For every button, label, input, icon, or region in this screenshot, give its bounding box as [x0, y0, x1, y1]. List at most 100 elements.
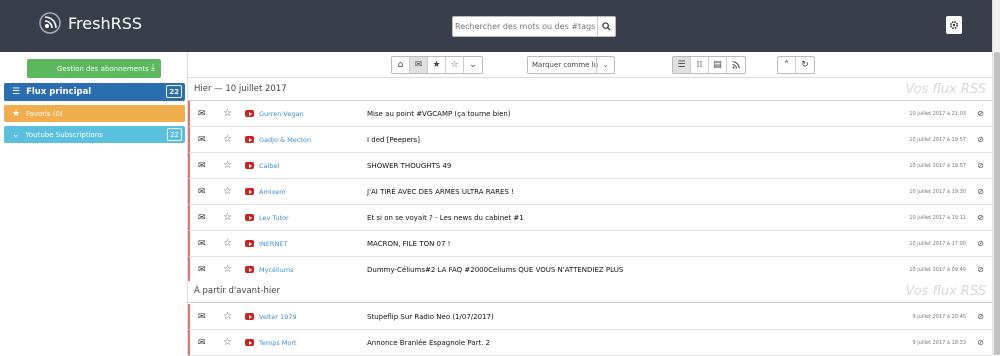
filter-all-button[interactable]: ⌂ — [392, 57, 410, 73]
mark-read-icon[interactable]: ✉ — [198, 330, 206, 355]
external-link-icon[interactable]: ⊘ — [977, 231, 984, 256]
search-input[interactable] — [455, 18, 597, 35]
feed-name[interactable]: INERNET — [259, 231, 287, 256]
article-title[interactable]: Stupeflip Sur Radio Neo (1/07/2017) — [367, 304, 494, 329]
article-title[interactable]: Dummy-Céliums#2 LA FAQ #2000Celiums QUE … — [367, 257, 623, 282]
star-icon[interactable]: ☆ — [223, 304, 232, 329]
article-title[interactable]: Annonce Branlée Espagnole Part. 2 — [367, 330, 490, 355]
article-row[interactable]: ✉ ☆ Lev Tutor Et si on se voyait ? - Les… — [188, 205, 992, 231]
feed-name[interactable]: Velter 1979 — [259, 304, 297, 329]
sidebar-item-main-stream[interactable]: ☰ Flux principal 22 — [4, 83, 185, 101]
view-grid-button[interactable]: ⁞⁞ — [691, 57, 709, 73]
mark-read-icon[interactable]: ✉ — [198, 304, 206, 329]
star-icon[interactable]: ☆ — [223, 257, 232, 282]
mark-read-icon[interactable]: ✉ — [198, 179, 206, 204]
top-header: FreshRSS — [0, 0, 992, 52]
brand-name: FreshRSS — [68, 13, 143, 33]
scrollbar-thumb[interactable] — [994, 52, 1000, 355]
article-title[interactable]: SHOWER THOUGHTS 49 — [367, 153, 451, 178]
star-icon[interactable]: ☆ — [223, 101, 232, 126]
page-scrollbar[interactable] — [992, 0, 1000, 355]
gear-icon — [949, 20, 959, 30]
article-row[interactable]: ✉ ☆ Calbel SHOWER THOUGHTS 49 10 juillet… — [188, 153, 992, 179]
manage-subscriptions-button[interactable]: Gestion des abonnements ⤓ — [27, 59, 161, 78]
star-icon[interactable]: ☆ — [223, 330, 232, 355]
article-title[interactable]: I ded [Peepers] — [367, 127, 420, 152]
view-rss-button[interactable] — [727, 57, 745, 73]
external-link-icon[interactable]: ⊘ — [977, 330, 984, 355]
filter-more-button[interactable]: ⌄ — [464, 57, 482, 73]
filter-unread-button[interactable]: ✉ — [410, 57, 428, 73]
external-link-icon[interactable]: ⊘ — [977, 101, 984, 126]
external-link-icon[interactable]: ⊘ — [977, 153, 984, 178]
feed-name[interactable]: Gadjo & Mecton — [259, 127, 311, 152]
chevron-down-icon[interactable]: ⌄ — [12, 130, 20, 140]
list-icon: ☰ — [677, 60, 686, 70]
logo[interactable]: FreshRSS — [38, 11, 142, 35]
article-title[interactable]: J'AI TIRÉ AVEC DES ARMES ULTRA RARES ! — [367, 179, 514, 204]
youtube-icon — [245, 205, 254, 230]
mark-read-icon[interactable]: ✉ — [198, 153, 206, 178]
feed-name[interactable]: Lev Tutor — [259, 205, 289, 230]
view-reader-button[interactable]: ▤ — [709, 57, 727, 73]
scroll-up-button[interactable]: ⌃ — [778, 57, 796, 73]
mark-read-icon[interactable]: ✉ — [198, 205, 206, 230]
filter-unstarred-button[interactable]: ☆ — [446, 57, 464, 73]
article-title[interactable]: MACRON, FILE TON 07 ! — [367, 231, 450, 256]
article-row[interactable]: ✉ ☆ Gurren Vegan Mise au point #VGCAMP (… — [188, 101, 992, 127]
feed-name[interactable]: Calbel — [259, 153, 279, 178]
chevron-down-icon: ⌄ — [469, 60, 477, 70]
external-link-icon[interactable]: ⊘ — [977, 205, 984, 230]
external-link-icon[interactable]: ⊘ — [977, 304, 984, 329]
feed-name[interactable]: Mycéliums — [259, 257, 293, 282]
feed-name[interactable]: Amixem — [259, 179, 286, 204]
category-label: Flux principal — [26, 87, 92, 97]
sidebar: Gestion des abonnements ⤓ ☰ Flux princip… — [0, 52, 188, 355]
day-label: À partir d'avant-hier — [194, 286, 280, 296]
article-row[interactable]: ✉ ☆ Amixem J'AI TIRÉ AVEC DES ARMES ULTR… — [188, 179, 992, 205]
toolbar: ⌂ ✉ ★ ☆ ⌄ Marquer comme lu ⌄ ☰ ⁞⁞ ▤ ⌃ ↻ — [188, 52, 992, 78]
feed-name[interactable]: Temps Mort — [259, 330, 297, 355]
article-row[interactable]: ✉ ☆ Temps Mort Annonce Branlée Espagnole… — [188, 330, 992, 356]
sidebar-item-favorites[interactable]: ★ Favoris (0) — [4, 105, 185, 122]
mark-read-icon[interactable]: ✉ — [198, 257, 206, 282]
article-row[interactable]: ✉ ☆ Velter 1979 Stupeflip Sur Radio Neo … — [188, 304, 992, 330]
star-outline-icon: ☆ — [450, 60, 459, 70]
sidebar-item-youtube-subscriptions[interactable]: ⌄ Youtube Subscriptions 22 — [4, 126, 185, 143]
mark-as-read-select[interactable]: Marquer comme lu ⌄ — [527, 56, 615, 74]
article-row[interactable]: ✉ ☆ Mycéliums Dummy-Céliums#2 LA FAQ #20… — [188, 257, 992, 283]
article-title[interactable]: Mise au point #VGCAMP (ça tourne bien) — [367, 101, 511, 126]
view-normal-button[interactable]: ☰ — [673, 57, 691, 73]
filter-starred-button[interactable]: ★ — [428, 57, 446, 73]
youtube-icon — [245, 304, 254, 329]
external-link-icon[interactable]: ⊘ — [977, 127, 984, 152]
article-date: 10 juillet 2017 à 19:57 — [909, 136, 966, 143]
star-icon[interactable]: ☆ — [223, 205, 232, 230]
search-icon — [602, 22, 611, 31]
article-date: 10 juillet 2017 à 17:00 — [909, 240, 966, 247]
article-row[interactable]: ✉ ☆ Gadjo & Mecton I ded [Peepers] 10 ju… — [188, 127, 992, 153]
star-icon[interactable]: ☆ — [223, 231, 232, 256]
chevron-up-icon: ⌃ — [782, 60, 791, 70]
search-button[interactable] — [597, 17, 615, 36]
category-label: Youtube Subscriptions — [25, 130, 103, 139]
mark-read-icon[interactable]: ✉ — [198, 231, 206, 256]
article-title[interactable]: Et si on se voyait ? - Les news du cabin… — [367, 205, 524, 230]
mark-read-icon[interactable]: ✉ — [198, 101, 206, 126]
external-link-icon[interactable]: ⊘ — [977, 179, 984, 204]
feed-name[interactable]: Gurren Vegan — [259, 101, 304, 126]
refresh-button[interactable]: ↻ — [796, 57, 814, 73]
star-icon[interactable]: ☆ — [223, 127, 232, 152]
mail-icon: ✉ — [414, 60, 423, 70]
mark-as-read-dropdown[interactable]: ⌄ — [596, 57, 614, 73]
search-box — [452, 16, 616, 37]
unread-count-badge: 22 — [166, 85, 182, 98]
star-icon: ★ — [12, 108, 21, 119]
star-icon[interactable]: ☆ — [223, 179, 232, 204]
settings-button[interactable] — [946, 16, 962, 34]
star-icon[interactable]: ☆ — [223, 153, 232, 178]
star-filled-icon: ★ — [432, 60, 441, 70]
external-link-icon[interactable]: ⊘ — [977, 257, 984, 282]
article-row[interactable]: ✉ ☆ INERNET MACRON, FILE TON 07 ! 10 jui… — [188, 231, 992, 257]
mark-read-icon[interactable]: ✉ — [198, 127, 206, 152]
